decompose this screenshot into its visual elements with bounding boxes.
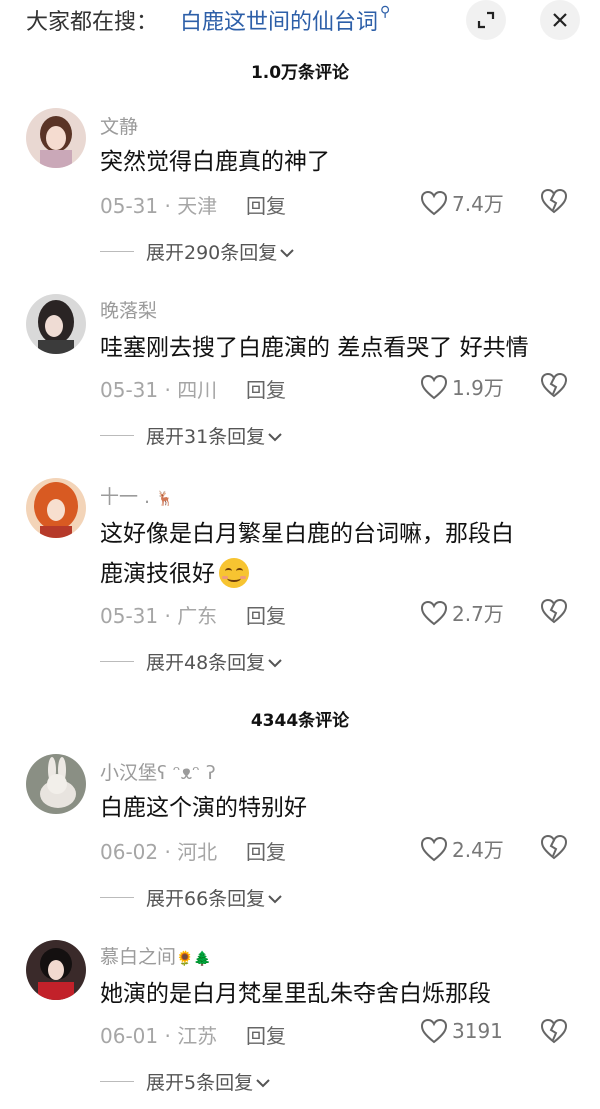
expand-replies-label: 展开66条回复 — [146, 888, 266, 910]
comment-date-location: 05-31 · 四川 — [100, 378, 218, 402]
comment-date-location: 06-01 · 江苏 — [100, 1024, 218, 1048]
top-bar: 大家都在搜： 白鹿这世间的仙台词 ⚲ — [0, 0, 600, 44]
smile-emoji — [219, 557, 249, 588]
heart-icon — [420, 1018, 448, 1044]
deer-emoji: 🦌 — [156, 491, 174, 507]
comment-count-header: 4344条评论 — [250, 711, 350, 731]
search-suggestion-link[interactable]: 白鹿这世间的仙台词 ⚲ — [180, 4, 390, 36]
dislike-button[interactable] — [540, 834, 568, 864]
close-icon — [553, 13, 567, 27]
chevron-down-icon — [268, 432, 282, 441]
divider-line — [100, 251, 134, 252]
divider-line — [100, 661, 134, 662]
search-icon: ⚲ — [380, 4, 391, 20]
chevron-down-icon — [268, 894, 282, 903]
chevron-down-icon — [280, 248, 294, 257]
divider-line — [100, 1081, 134, 1082]
like-count: 2.7万 — [452, 602, 504, 626]
like-count: 1.9万 — [452, 376, 504, 400]
heart-icon — [420, 374, 448, 399]
expand-replies-label: 展开5条回复 — [146, 1072, 254, 1094]
exit-fullscreen-icon — [477, 11, 495, 29]
comment-username[interactable]: 慕白之间🌻🌲 — [100, 942, 211, 969]
comment-date-location: 06-02 · 河北 — [100, 840, 218, 864]
reply-button[interactable]: 回复 — [246, 836, 286, 865]
comment-text: 突然觉得白鹿真的神了 — [100, 149, 330, 175]
like-button[interactable]: 2.4万 — [420, 834, 504, 863]
like-count: 3191 — [452, 1019, 503, 1043]
like-button[interactable]: 1.9万 — [420, 372, 504, 401]
comment-date-location: 05-31 · 天津 — [100, 194, 218, 218]
like-button[interactable]: 7.4万 — [420, 188, 504, 217]
reply-button[interactable]: 回复 — [246, 1020, 286, 1049]
dislike-button[interactable] — [540, 598, 568, 628]
expand-replies-button[interactable]: 展开290条回复 — [100, 238, 295, 265]
comment-text-line: 这好像是白月繁星白鹿的台词嘛，那段白 — [100, 521, 514, 547]
like-button[interactable]: 2.7万 — [420, 598, 504, 627]
broken-heart-icon — [540, 188, 568, 214]
divider-line — [100, 435, 134, 436]
dislike-button[interactable] — [540, 1018, 568, 1048]
comment-text: 这好像是白月繁星白鹿的台词嘛，那段白 鹿演技很好 — [100, 514, 570, 594]
like-count: 2.4万 — [452, 838, 504, 862]
broken-heart-icon — [540, 598, 568, 624]
sunflower-tree-emoji: 🌻🌲 — [176, 951, 211, 967]
comment-text: 白鹿这个演的特别好 — [100, 795, 307, 821]
avatar[interactable] — [26, 754, 86, 814]
comment-count-header: 1.0万条评论 — [250, 63, 350, 83]
search-query-text[interactable]: 白鹿这世间的仙台词 — [180, 10, 378, 35]
search-prefix: 大家都在搜： — [26, 10, 159, 35]
expand-replies-button[interactable]: 展开31条回复 — [100, 422, 283, 449]
comment-text: 哇塞刚去搜了白鹿演的 差点看哭了 好共情 — [100, 335, 529, 361]
dislike-button[interactable] — [540, 372, 568, 402]
avatar[interactable] — [26, 478, 86, 538]
broken-heart-icon — [540, 834, 568, 860]
avatar[interactable] — [26, 108, 86, 168]
expand-replies-button[interactable]: 展开5条回复 — [100, 1068, 271, 1095]
comment-text: 她演的是白月梵星里乱朱夺舍白烁那段 — [100, 981, 491, 1007]
divider-line — [100, 897, 134, 898]
reply-button[interactable]: 回复 — [246, 374, 286, 403]
avatar[interactable] — [26, 294, 86, 354]
comment-text-line: 鹿演技很好 — [100, 554, 570, 594]
comment-username[interactable]: 文静 — [100, 112, 138, 139]
expand-replies-label: 展开31条回复 — [146, 426, 266, 448]
comment-username[interactable]: 晚落梨 — [100, 296, 157, 323]
reply-button[interactable]: 回复 — [246, 190, 286, 219]
comment-username[interactable]: 十一 . 🦌 — [100, 482, 174, 509]
like-button[interactable]: 3191 — [420, 1018, 503, 1044]
avatar[interactable] — [26, 940, 86, 1000]
expand-replies-label: 展开290条回复 — [146, 242, 278, 264]
heart-icon — [420, 190, 448, 215]
reply-button[interactable]: 回复 — [246, 600, 286, 629]
dislike-button[interactable] — [540, 188, 568, 218]
chevron-down-icon — [268, 658, 282, 667]
broken-heart-icon — [540, 1018, 568, 1044]
close-button[interactable] — [540, 0, 580, 40]
comment-date-location: 05-31 · 广东 — [100, 604, 218, 628]
expand-replies-label: 展开48条回复 — [146, 652, 266, 674]
heart-icon — [420, 836, 448, 861]
exit-fullscreen-button[interactable] — [466, 0, 506, 40]
heart-icon — [420, 600, 448, 625]
chevron-down-icon — [256, 1078, 270, 1087]
comment-username[interactable]: 小汉堡ʕ ᵔᴥᵔ ʔ — [100, 758, 216, 785]
broken-heart-icon — [540, 372, 568, 398]
expand-replies-button[interactable]: 展开48条回复 — [100, 648, 283, 675]
like-count: 7.4万 — [452, 192, 504, 216]
expand-replies-button[interactable]: 展开66条回复 — [100, 884, 283, 911]
